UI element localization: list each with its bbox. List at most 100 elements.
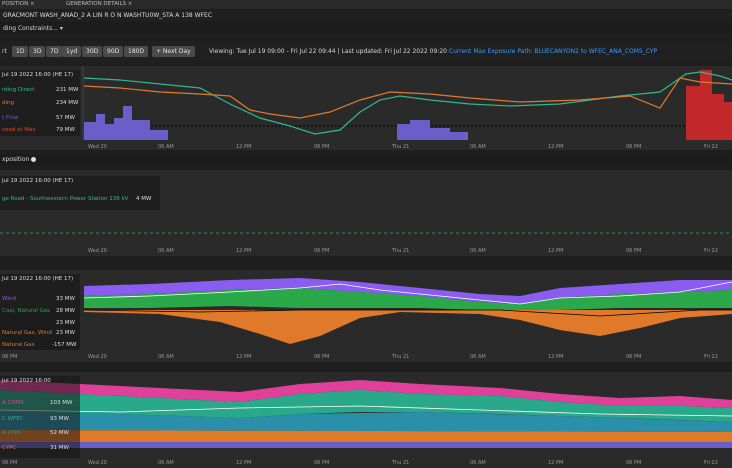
range-180d-button[interactable]: 180D	[124, 46, 149, 57]
x-tick: 12 PM	[548, 248, 563, 254]
x-tick: Wed 20	[88, 460, 107, 466]
range-7d-button[interactable]: 7D	[46, 46, 63, 57]
cypc-orange-area	[0, 430, 732, 442]
legend-name: Natural Gas, Wind	[2, 330, 52, 336]
x-tick: 06 AM	[470, 354, 486, 360]
section-title: xposition	[2, 156, 30, 163]
x-tick: 06 AM	[158, 144, 174, 150]
legend-name: t Flow	[2, 115, 19, 121]
chevron-down-icon: ▾	[59, 25, 63, 32]
viewing-range: Viewing: Tue Jul 19 09:00 - Fri Jul 22 0…	[209, 48, 336, 55]
tab-bar: POSITION × GENERATION DETAILS ×	[0, 0, 732, 9]
x-tick: 06 PM	[626, 460, 641, 466]
legend-name: Coal, Natural Gas	[2, 308, 51, 314]
legend-title: Jul 19 2022 16:00 (HE 17)	[2, 276, 74, 282]
legend-panel-1: Jul 19 2022 16:00 (HE 17) rding Direct 2…	[0, 70, 80, 136]
close-icon[interactable]: ×	[30, 1, 35, 7]
viewing-info: Viewing: Tue Jul 19 09:00 - Fri Jul 22 0…	[209, 48, 658, 55]
legend-panel-3: Jul 19 2022 16:00 (HE 17) Wind 33 MW Coa…	[0, 274, 80, 350]
x-tick: 06 PM	[314, 354, 329, 360]
legend-value: 103 MW	[50, 400, 73, 406]
x-tick: 06 PM	[2, 460, 17, 466]
legend-title: Jul 19 2022 16:00 (HE 17)	[2, 178, 74, 184]
path-flow-chart: 06 PM Wed 20 06 AM 12 PM 06 PM Thu 21 06…	[0, 380, 732, 466]
legend-value: 57 MW	[56, 115, 75, 121]
legend-value: 28 MW	[56, 308, 75, 314]
legend-value: 234 MW	[56, 100, 79, 106]
legend-value: 23 MW	[56, 320, 75, 326]
legend-value: 79 MW	[56, 127, 75, 133]
x-tick: Wed 20	[88, 354, 107, 360]
x-tick: 06 AM	[470, 460, 486, 466]
x-tick: 12 PM	[236, 354, 251, 360]
natural-gas-area	[84, 310, 732, 344]
x-tick: 06 PM	[2, 354, 17, 360]
breadcrumb: GRACMONT WASH_ANAD_2 A LIN R O N WASHTU0…	[0, 10, 732, 21]
flow-chart: Wed 20 06 AM 12 PM 06 PM Thu 21 06 AM 12…	[82, 66, 732, 150]
x-tick: 12 PM	[236, 460, 251, 466]
generation-mix-chart: 06 PM Wed 20 06 AM 12 PM 06 PM Thu 21 06…	[0, 278, 732, 360]
legend-value: -157 MW	[52, 342, 77, 348]
range-1yd-button[interactable]: 1yd	[62, 46, 82, 57]
exposition-header: xposition	[0, 155, 732, 165]
x-tick: 06 PM	[626, 248, 641, 254]
other-area	[0, 442, 732, 448]
x-tick: 06 PM	[314, 460, 329, 466]
range-toolbar: rt 1D 3D 7D 1yd 30D 90D 180D + Next Day …	[0, 42, 732, 62]
legend-name: A COMS	[2, 400, 24, 406]
exposition-panel: Wed 20 06 AM 12 PM 06 PM Thu 21 06 AM 12…	[0, 170, 732, 256]
constraints-selector[interactable]: ding Constraints... ▾	[0, 22, 732, 34]
x-tick: 06 AM	[158, 248, 174, 254]
legend-title: Jul 19 2022 16:00	[2, 378, 51, 384]
x-tick: 12 PM	[548, 460, 563, 466]
breadcrumb-text: GRACMONT WASH_ANAD_2 A LIN R O N WASHTU0…	[3, 12, 213, 19]
close-icon[interactable]: ×	[128, 1, 133, 7]
legend-name: A CYPC	[2, 430, 22, 436]
x-tick: Thu 21	[391, 144, 409, 150]
x-tick: Fri 22	[704, 354, 718, 360]
x-tick: Wed 20	[88, 144, 107, 150]
flow-area-2	[397, 120, 468, 140]
x-tick: 12 PM	[236, 144, 251, 150]
x-tick: Fri 22	[704, 144, 718, 150]
range-1d-button[interactable]: 1D	[12, 46, 29, 57]
legend-panel-4: Jul 19 2022 16:00 A COMS 103 MW C WFEC 9…	[0, 376, 80, 458]
x-tick: Thu 21	[391, 248, 409, 254]
x-tick: Thu 21	[391, 460, 409, 466]
x-tick: 06 AM	[158, 460, 174, 466]
path-flow-panel: 06 PM Wed 20 06 AM 12 PM 06 PM Thu 21 06…	[0, 372, 732, 468]
range-90d-button[interactable]: 90D	[103, 46, 124, 57]
start-label: rt	[2, 48, 7, 55]
legend-value: 4 MW	[136, 196, 152, 202]
last-updated: Last updated: Fri Jul 22 2022 09:20	[341, 48, 447, 55]
x-tick: 06 PM	[314, 144, 329, 150]
x-tick: 06 PM	[626, 354, 641, 360]
legend-value: 93 MW	[50, 416, 69, 422]
legend-name: CYPC	[2, 445, 17, 451]
tab-position[interactable]: POSITION ×	[2, 1, 35, 7]
x-tick: Fri 22	[704, 248, 718, 254]
x-tick: 06 PM	[314, 248, 329, 254]
range-3d-button[interactable]: 3D	[29, 46, 46, 57]
legend-name: ding	[2, 100, 14, 106]
max-exposure-link[interactable]: Current Max Exposure Path: BLUECANYON2 t…	[449, 48, 657, 55]
legend-value: 23 MW	[56, 330, 75, 336]
x-tick: 12 PM	[236, 248, 251, 254]
x-tick: 12 PM	[548, 144, 563, 150]
constraints-label: ding Constraints...	[3, 25, 58, 32]
legend-title: Jul 19 2022 16:00 (HE 17)	[2, 72, 74, 78]
legend-value: 52 MW	[50, 430, 69, 436]
flow-chart-panel: Wed 20 06 AM 12 PM 06 PM Thu 21 06 AM 12…	[0, 66, 732, 150]
legend-value: 231 MW	[56, 87, 79, 93]
range-30d-button[interactable]: 30D	[82, 46, 103, 57]
legend-name: ge Road - Southwestern Power Station 138…	[2, 196, 129, 202]
generation-mix-panel: 06 PM Wed 20 06 AM 12 PM 06 PM Thu 21 06…	[0, 270, 732, 362]
legend-name: ceed at Max	[2, 127, 36, 133]
legend-panel-2: Jul 19 2022 16:00 (HE 17) ge Road - Sout…	[0, 176, 160, 210]
x-tick: Fri 22	[704, 460, 718, 466]
x-tick: 06 AM	[470, 248, 486, 254]
info-icon[interactable]	[31, 157, 37, 162]
rating-line	[83, 77, 732, 119]
tab-generation-details[interactable]: GENERATION DETAILS ×	[66, 1, 132, 7]
next-day-button[interactable]: + Next Day	[152, 46, 195, 57]
